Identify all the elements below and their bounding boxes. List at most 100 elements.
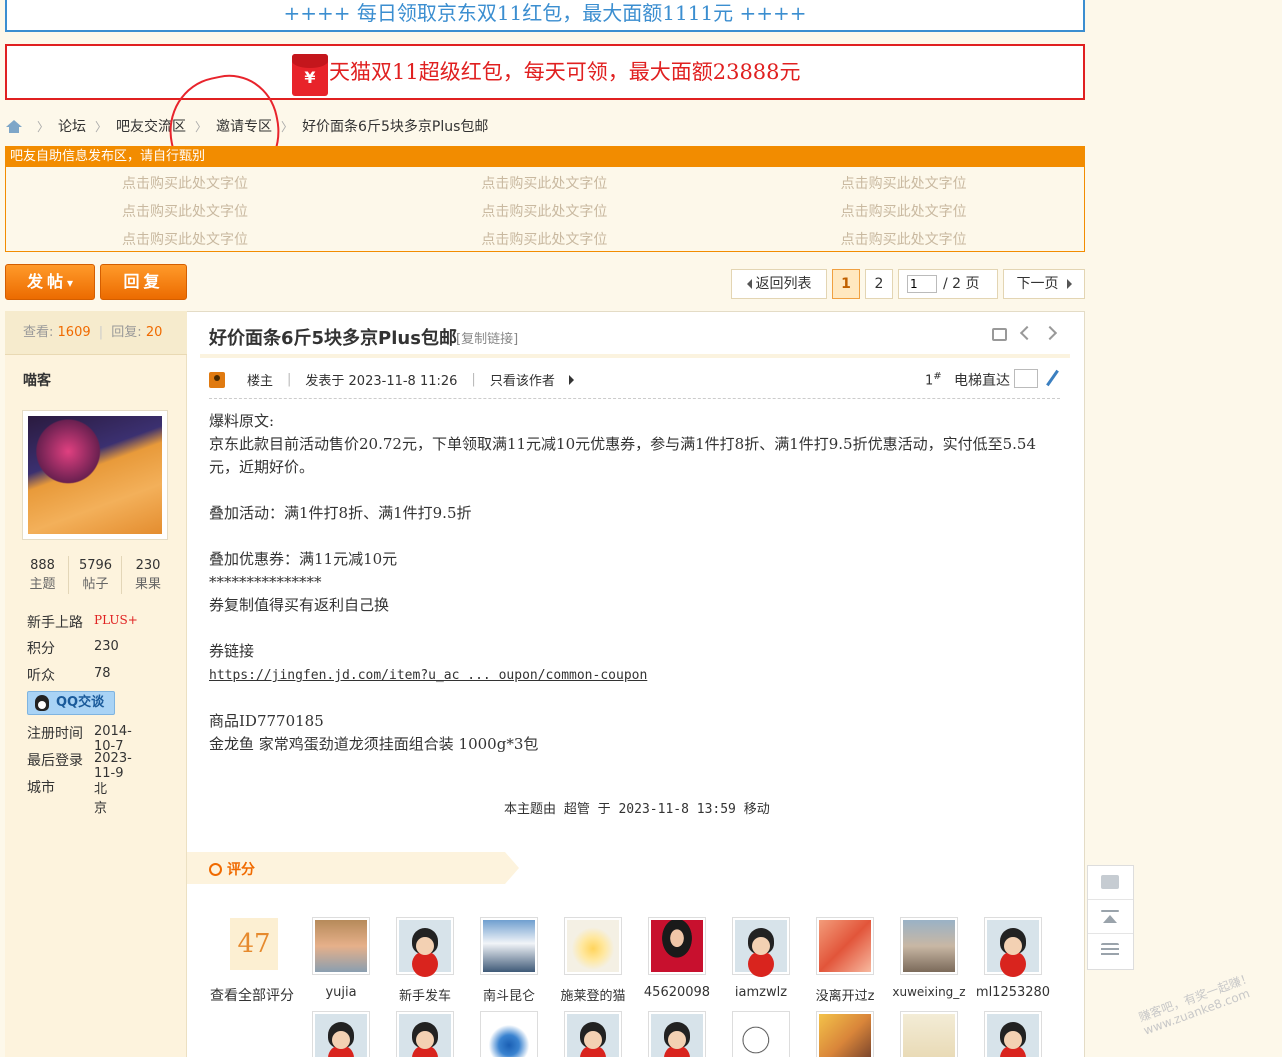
rater-name[interactable]: 南斗昆仑	[469, 985, 549, 1004]
stat-coins[interactable]: 230 果果	[122, 556, 174, 594]
tmall-banner-text[interactable]: 天猫双11超级红包，每天可领，最大面额23888元	[329, 46, 801, 98]
view-count: 1609	[57, 325, 91, 340]
qq-chat-button[interactable]: QQ交谈	[27, 691, 115, 715]
next-page-button[interactable]: 下一页	[1003, 269, 1085, 299]
divider	[209, 398, 1060, 399]
author-name[interactable]: 喵客	[23, 370, 51, 390]
stat-threads[interactable]: 888 主题	[17, 556, 69, 594]
rater-name[interactable]: iamzwlz	[721, 985, 801, 1000]
rater-avatar[interactable]	[900, 917, 958, 975]
ad-slot[interactable]: 点击购买此处文字位	[6, 169, 365, 197]
chevron-down-icon: ▾	[66, 276, 74, 290]
rater-avatar[interactable]	[648, 1011, 706, 1057]
content-line: 叠加活动：满1件打8折、满1件打9.5折	[209, 504, 472, 522]
ad-slot[interactable]: 点击购买此处文字位	[725, 169, 1084, 197]
rater-name[interactable]: xuweixing_z	[889, 985, 969, 999]
rater-name[interactable]: 45620098	[637, 985, 717, 1000]
jd-banner-text[interactable]: ++++ 每日领取京东双11红包，最大面额1111元 ++++	[283, 1, 806, 25]
rater-avatar[interactable]	[816, 917, 874, 975]
rater-name[interactable]: ml1253280	[973, 985, 1053, 1000]
breadcrumb-current[interactable]: 好价面条6斤5块多京Plus包邮	[302, 116, 488, 138]
avatar[interactable]	[28, 416, 162, 534]
points-row: 积分 230	[27, 639, 119, 657]
rating-title: 评分	[209, 859, 255, 879]
content-line: 券链接	[209, 642, 255, 660]
rater-avatar[interactable]	[480, 1011, 538, 1057]
back-to-list-button[interactable]: 返回列表	[731, 269, 827, 299]
ad-slot[interactable]: 点击购买此处文字位	[365, 197, 724, 225]
coupon-link[interactable]: https://jingfen.jd.com/item?u_ac ... oup…	[209, 668, 647, 683]
rater-avatar[interactable]	[648, 917, 706, 975]
register-row: 注册时间 2014-10-7	[27, 724, 132, 754]
page-total: / 2 页	[943, 276, 980, 292]
rater-avatar[interactable]	[732, 917, 790, 975]
ad-slot[interactable]: 点击购买此处文字位	[365, 169, 724, 197]
stat-posts[interactable]: 5796 帖子	[70, 556, 122, 594]
ad-slot[interactable]: 点击购买此处文字位	[6, 225, 365, 253]
new-post-button[interactable]: 发帖▾	[5, 264, 95, 300]
rater-avatar[interactable]	[984, 1011, 1042, 1057]
content-line: 京东此款目前活动售价20.72元，下单领取满11元减10元优惠券，参与满1件打8…	[209, 435, 1037, 476]
arrow-right-icon	[568, 374, 574, 385]
last-login-row: 最后登录 2023-11-9	[27, 751, 132, 781]
breadcrumb-forum[interactable]: 论坛	[58, 116, 86, 138]
next-thread-icon[interactable]	[1043, 326, 1059, 342]
rater-avatar[interactable]	[564, 1011, 622, 1057]
ad-slot[interactable]: 点击购买此处文字位	[725, 197, 1084, 225]
rater-avatar[interactable]	[564, 917, 622, 975]
rater-avatar[interactable]	[312, 917, 370, 975]
rater-name[interactable]: yujia	[301, 985, 381, 1000]
rater-name[interactable]: 没离开过z	[805, 985, 885, 1004]
plus-badge: PLUS+	[94, 613, 138, 627]
back-to-top-icon[interactable]	[1088, 900, 1133, 934]
rater-avatar[interactable]	[396, 1011, 454, 1057]
rater-avatar[interactable]	[816, 1011, 874, 1057]
divider	[200, 354, 1070, 358]
page-title: 好价面条6斤5块多京Plus包邮	[209, 328, 457, 349]
elevator-label: 电梯直达	[954, 373, 1010, 389]
post-meta: 楼主 | 发表于 2023-11-8 11:26 | 只看该作者	[209, 370, 574, 389]
page-1-button[interactable]: 1	[832, 269, 860, 299]
ad-slot[interactable]: 点击购买此处文字位	[365, 225, 724, 253]
floor-number[interactable]: 1#	[925, 371, 942, 388]
rater-name[interactable]: 新手发车	[385, 985, 465, 1004]
only-author-link[interactable]: 只看该作者	[490, 370, 555, 389]
ad-slot[interactable]: 点击购买此处文字位	[6, 197, 365, 225]
content-line: ***************	[209, 573, 322, 591]
post-content: 爆料原文: 京东此款目前活动售价20.72元，下单领取满11元减10元优惠券，参…	[209, 410, 1049, 756]
rating-count[interactable]: 47	[230, 918, 278, 970]
ad-slot[interactable]: 点击购买此处文字位	[725, 225, 1084, 253]
watermark: 赚客吧，有奖一起赚！ www.zuanke8.com	[1136, 970, 1255, 1038]
rater-avatar[interactable]	[984, 917, 1042, 975]
content-line: 券复制值得买有返利自己换	[209, 596, 390, 614]
tmall-banner[interactable]: ¥ 天猫双11超级红包，每天可领，最大面额23888元	[5, 44, 1085, 100]
rater-avatar[interactable]	[732, 1011, 790, 1057]
qq-penguin-icon	[35, 695, 49, 711]
view-all-ratings-link[interactable]: 查看全部评分	[210, 985, 294, 1005]
author-avatar-frame[interactable]	[22, 410, 168, 540]
elevator-go-icon[interactable]	[1044, 369, 1060, 387]
ad-slots: 点击购买此处文字位 点击购买此处文字位 点击购买此处文字位 点击购买此处文字位 …	[6, 169, 1084, 253]
rater-avatar[interactable]	[396, 917, 454, 975]
elevator-input[interactable]	[1014, 369, 1038, 388]
previous-thread-icon[interactable]	[1019, 326, 1035, 342]
copy-link-button[interactable]: [复制链接]	[456, 328, 518, 347]
rater-avatar[interactable]	[312, 1011, 370, 1057]
home-icon[interactable]	[6, 120, 22, 134]
jd-banner[interactable]: ++++ 每日领取京东双11红包，最大面额1111元 ++++	[5, 0, 1085, 32]
print-icon[interactable]	[992, 328, 1007, 341]
rater-avatar[interactable]	[480, 917, 538, 975]
content-line	[209, 479, 1049, 502]
page-number-input[interactable]	[907, 275, 937, 293]
user-icon	[209, 371, 225, 388]
rater-name[interactable]: 施莱登的猫	[553, 985, 633, 1004]
reply-button[interactable]: 回复	[100, 264, 187, 300]
author-role: 楼主	[247, 374, 274, 389]
comment-icon[interactable]	[1088, 866, 1133, 900]
rater-avatar[interactable]	[900, 1011, 958, 1057]
page-2-button[interactable]: 2	[865, 269, 893, 299]
moved-notice: 本主题由 超管 于 2023-11-8 13:59 移动	[504, 802, 770, 817]
list-icon[interactable]	[1088, 934, 1133, 968]
red-envelope-icon: ¥	[292, 54, 328, 96]
arrow-left-icon	[746, 279, 752, 289]
